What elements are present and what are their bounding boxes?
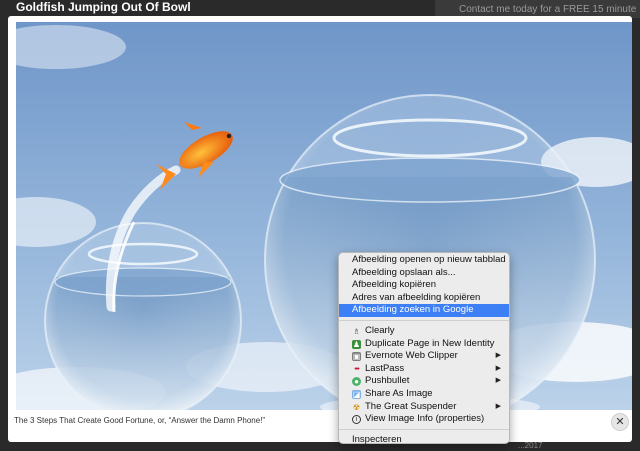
menu-copy-image-address[interactable]: Adres van afbeelding kopiëren — [339, 292, 509, 305]
pushbullet-icon: ● — [352, 377, 361, 387]
background-footer-text: ...2017 — [518, 441, 543, 450]
menu-evernote-web-clipper[interactable]: ▣ Evernote Web Clipper ▶ — [339, 350, 509, 363]
menu-pushbullet[interactable]: ● Pushbullet ▶ — [339, 375, 509, 388]
menu-separator — [339, 428, 509, 430]
lightbox-title: Goldfish Jumping Out Of Bowl — [16, 0, 191, 14]
menu-item-label: Pushbullet — [365, 375, 410, 387]
menu-item-label: Share As Image — [365, 387, 433, 399]
menu-item-label: Duplicate Page in New Identity — [365, 337, 495, 349]
goldfish-photo[interactable] — [16, 22, 632, 410]
identity-icon: ♟ — [352, 339, 361, 349]
menu-search-image-google[interactable]: Afbeelding zoeken in Google — [339, 304, 509, 317]
menu-duplicate-page-identity[interactable]: ♟ Duplicate Page in New Identity — [339, 338, 509, 351]
menu-item-label: Afbeelding openen op nieuw tabblad — [352, 254, 506, 265]
menu-item-label: LastPass — [365, 362, 405, 374]
menu-great-suspender[interactable]: ☢ The Great Suspender ▶ — [339, 401, 509, 414]
menu-copy-image[interactable]: Afbeelding kopiëren — [339, 279, 509, 292]
menu-save-image-as[interactable]: Afbeelding opslaan als... — [339, 267, 509, 280]
menu-item-label: Clearly — [365, 324, 395, 336]
goldfish-illustration — [16, 22, 632, 410]
submenu-arrow-icon: ▶ — [495, 377, 501, 385]
menu-item-label: Afbeelding opslaan als... — [352, 266, 456, 278]
menu-item-label: View Image Info (properties) — [365, 413, 485, 425]
context-menu: Afbeelding openen op nieuw tabblad Afbee… — [338, 252, 510, 447]
close-button[interactable]: ✕ — [611, 413, 629, 431]
menu-share-as-image[interactable]: ◪ Share As Image — [339, 388, 509, 401]
submenu-arrow-icon: ▶ — [495, 352, 501, 360]
menu-item-label: Evernote Web Clipper — [365, 350, 458, 362]
suspender-icon: ☢ — [352, 402, 361, 412]
clearly-icon: ♗ — [352, 326, 361, 336]
menu-inspect[interactable]: Inspecteren — [339, 434, 509, 447]
menu-separator — [339, 319, 509, 321]
menu-clearly[interactable]: ♗ Clearly — [339, 325, 509, 338]
menu-item-label: The Great Suspender — [365, 400, 457, 412]
menu-lastpass[interactable]: ••• LastPass ▶ — [339, 363, 509, 376]
evernote-icon: ▣ — [352, 352, 361, 362]
menu-view-image-info[interactable]: i View Image Info (properties) — [339, 413, 509, 426]
menu-item-label: Inspecteren — [352, 433, 402, 445]
submenu-arrow-icon: ▶ — [495, 364, 501, 372]
menu-item-label: Afbeelding kopiëren — [352, 279, 436, 291]
submenu-arrow-icon: ▶ — [495, 402, 501, 410]
menu-item-label: Afbeelding zoeken in Google — [352, 304, 474, 316]
menu-open-image-new-tab[interactable]: Afbeelding openen op nieuw tabblad — [339, 254, 509, 267]
lastpass-icon: ••• — [354, 365, 359, 373]
menu-item-label: Adres van afbeelding kopiëren — [352, 291, 481, 303]
share-image-icon: ◪ — [352, 389, 361, 399]
info-icon: i — [352, 415, 361, 425]
